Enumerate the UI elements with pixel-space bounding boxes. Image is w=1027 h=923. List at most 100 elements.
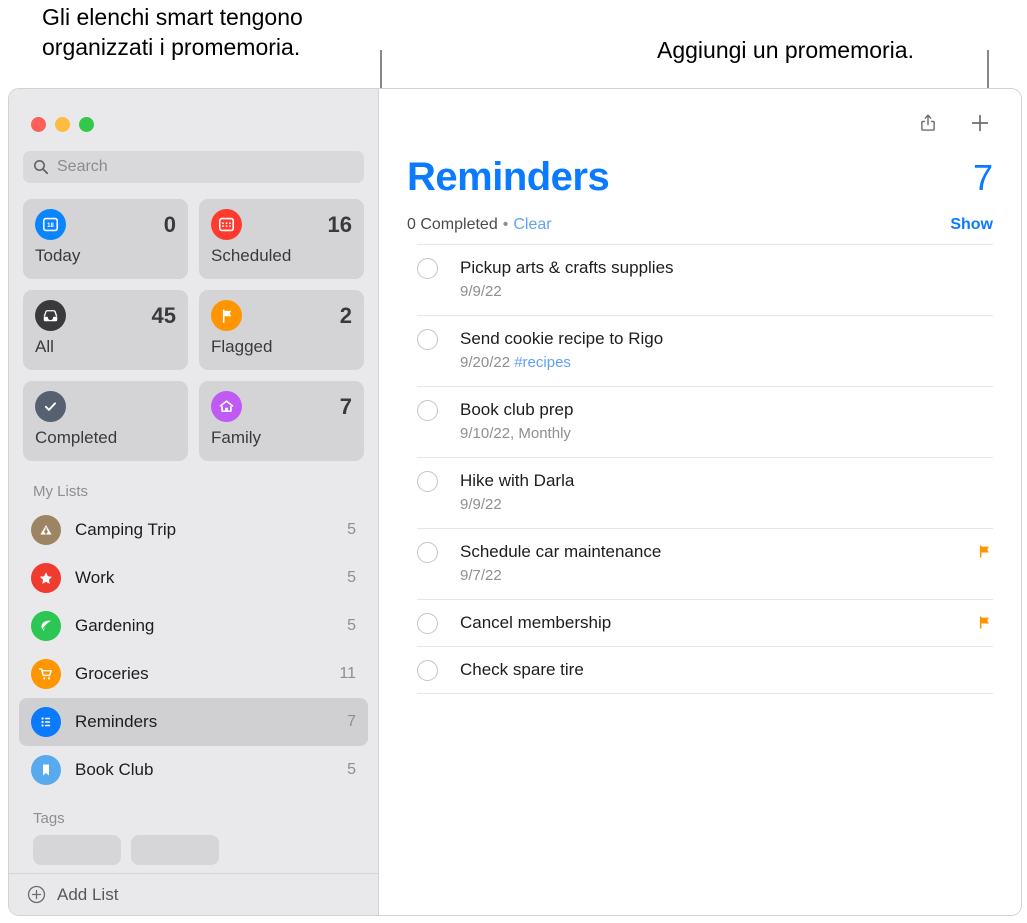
clear-completed-link[interactable]: Clear [513, 216, 551, 233]
show-completed-link[interactable]: Show [950, 216, 993, 234]
close-button[interactable] [31, 117, 46, 132]
calendar-today-icon: 18 [35, 209, 66, 240]
reminder-body: Schedule car maintenance 9/7/22 [460, 541, 954, 587]
flag-icon [979, 545, 990, 558]
reminders-app-window: Search 18 0 Today 16 Scheduled 45 All 2 … [8, 88, 1022, 916]
svg-text:18: 18 [47, 223, 54, 229]
sidebar-item-count: 7 [347, 713, 356, 730]
callout-left-text: Gli elenchi smart tengono organizzati i … [42, 4, 303, 60]
completed-info: 0 Completed • Clear [407, 216, 552, 234]
reminder-title: Hike with Darla [460, 471, 575, 490]
meta-separator: • [502, 216, 509, 233]
house-icon [211, 391, 242, 422]
pane-title-row: Reminders 7 [407, 145, 993, 200]
cart-icon [31, 659, 61, 689]
reminder-date: 9/20/22 [460, 354, 511, 371]
page-count: 7 [972, 157, 993, 198]
plus-icon [971, 114, 989, 132]
reminder-subtitle: 9/9/22 [460, 281, 993, 303]
add-list-label: Add List [57, 884, 119, 904]
reminder-subtitle: 9/7/22 [460, 565, 954, 587]
reminder-date: 9/7/22 [460, 567, 502, 584]
sidebar-item-groceries[interactable]: Groceries 11 [19, 650, 368, 698]
smart-list-today[interactable]: 18 0 Today [23, 199, 188, 279]
reminder-date: 9/9/22 [460, 496, 502, 513]
reminder-row[interactable]: Pickup arts & crafts supplies 9/9/22 [417, 244, 993, 316]
reminder-checkbox[interactable] [417, 471, 438, 492]
sidebar-item-count: 5 [347, 569, 356, 586]
smart-list-all[interactable]: 45 All [23, 290, 188, 370]
reminder-title: Cancel membership [460, 613, 612, 632]
smart-list-label: Family [211, 428, 262, 447]
reminder-checkbox[interactable] [417, 400, 438, 421]
reminder-subtitle: 9/20/22 #recipes [460, 352, 993, 374]
reminder-checkbox[interactable] [417, 329, 438, 350]
smart-list-scheduled[interactable]: 16 Scheduled [199, 199, 364, 279]
smart-list-count: 0 [163, 211, 176, 237]
sidebar-item-book-club[interactable]: Book Club 5 [19, 746, 368, 794]
reminder-title: Pickup arts & crafts supplies [460, 258, 674, 277]
sidebar-item-count: 5 [347, 761, 356, 778]
smart-lists-grid: 18 0 Today 16 Scheduled 45 All 2 Flagged… [9, 183, 378, 461]
reminder-body: Book club prep 9/10/22, Monthly [460, 399, 993, 445]
smart-list-count: 16 [327, 211, 352, 237]
reminder-row[interactable]: Book club prep 9/10/22, Monthly [417, 387, 993, 458]
minimize-button[interactable] [55, 117, 70, 132]
completed-meta-row: 0 Completed • Clear Show [407, 200, 993, 244]
reminder-title: Send cookie recipe to Rigo [460, 329, 664, 348]
bullet-list-icon [31, 707, 61, 737]
checkmark-icon [35, 391, 66, 422]
reminder-title: Book club prep [460, 400, 574, 419]
reminder-title: Schedule car maintenance [460, 542, 662, 561]
smart-list-flagged[interactable]: 2 Flagged [199, 290, 364, 370]
reminders-list: Pickup arts & crafts supplies 9/9/22 Sen… [407, 244, 993, 694]
search-icon [34, 160, 49, 175]
sidebar-item-camping-trip[interactable]: Camping Trip 5 [19, 506, 368, 554]
smart-list-family[interactable]: 7 Family [199, 381, 364, 461]
smart-list-completed[interactable]: Completed [23, 381, 188, 461]
add-reminder-button[interactable] [967, 110, 993, 136]
search-field[interactable]: Search [23, 151, 364, 183]
reminder-checkbox[interactable] [417, 542, 438, 563]
reminder-row[interactable]: Check spare tire [417, 647, 993, 694]
tag-chip[interactable] [131, 835, 219, 865]
smart-list-label: Today [35, 246, 81, 265]
main-pane: Reminders 7 0 Completed • Clear Show Picku… [379, 89, 1021, 915]
sidebar-item-label: Camping Trip [75, 520, 177, 539]
share-button[interactable] [915, 110, 941, 136]
completed-count-label: 0 Completed [407, 216, 498, 233]
reminder-row[interactable]: Cancel membership [417, 600, 993, 647]
reminder-tag[interactable]: #recipes [514, 354, 571, 371]
reminder-row[interactable]: Send cookie recipe to Rigo 9/20/22 #reci… [417, 316, 993, 387]
callout-right-text: Aggiungi un promemoria. [657, 37, 914, 63]
sidebar-item-work[interactable]: Work 5 [19, 554, 368, 602]
sidebar-item-count: 11 [339, 665, 356, 682]
sidebar-item-label: Book Club [75, 760, 154, 779]
sidebar-item-count: 5 [347, 521, 356, 538]
sidebar-item-label: Work [75, 568, 115, 587]
reminder-date: 9/9/22 [460, 283, 502, 300]
bookmark-icon [31, 755, 61, 785]
zoom-button[interactable] [79, 117, 94, 132]
reminder-body: Pickup arts & crafts supplies 9/9/22 [460, 257, 993, 303]
window-traffic-lights [9, 89, 378, 151]
smart-list-label: Scheduled [211, 246, 292, 265]
sidebar-item-reminders[interactable]: Reminders 7 [19, 698, 368, 746]
reminder-checkbox[interactable] [417, 613, 438, 634]
reminder-row[interactable]: Schedule car maintenance 9/7/22 [417, 529, 993, 600]
reminder-body: Send cookie recipe to Rigo 9/20/22 #reci… [460, 328, 993, 374]
sidebar-item-label: Gardening [75, 616, 155, 635]
inbox-tray-icon [35, 300, 66, 331]
sidebar-item-label: Groceries [75, 664, 149, 683]
add-list-button[interactable]: Add List [9, 873, 378, 915]
reminder-row[interactable]: Hike with Darla 9/9/22 [417, 458, 993, 529]
tent-icon [31, 515, 61, 545]
sidebar-item-gardening[interactable]: Gardening 5 [19, 602, 368, 650]
tag-chip[interactable] [33, 835, 121, 865]
smart-list-label: Flagged [211, 337, 273, 356]
reminder-date: 9/10/22, Monthly [460, 425, 571, 442]
reminder-checkbox[interactable] [417, 258, 438, 279]
leaf-icon [31, 611, 61, 641]
star-icon [31, 563, 61, 593]
reminder-checkbox[interactable] [417, 660, 438, 681]
